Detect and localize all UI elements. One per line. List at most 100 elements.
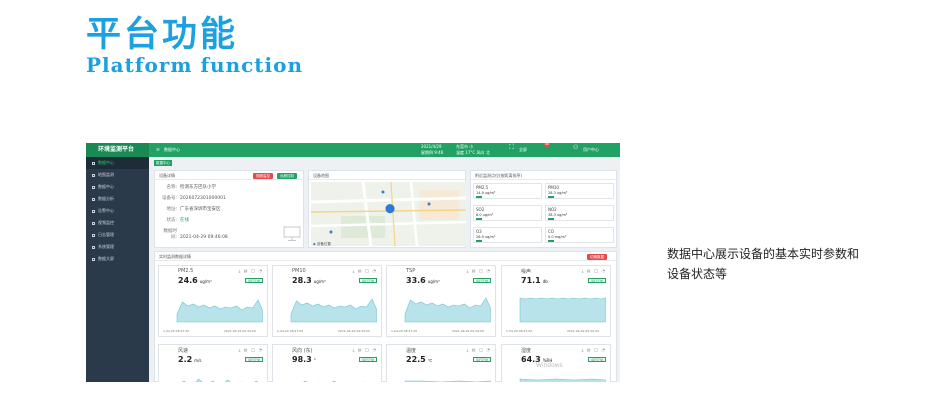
sidebar-item-map[interactable]: 地图监测 <box>86 169 149 181</box>
sidebar-item-analysis[interactable]: 数据分析 <box>86 193 149 205</box>
metric-unit: ° <box>313 358 316 363</box>
pin-legend-icon: ◆ <box>313 242 316 246</box>
fullscreen-label[interactable]: 全屏 <box>519 147 527 152</box>
metric-name: PM2.5 <box>178 268 194 274</box>
metric-tools-icon[interactable]: ⤓ ▤ ◯ ◔ <box>582 347 606 352</box>
metric-unit: ℃ <box>427 358 433 363</box>
device-row-status: 状态: 在线 <box>166 218 189 223</box>
metric-tools-icon[interactable]: ⤓ ▤ ◯ ◔ <box>467 268 491 273</box>
time-text: 星期四 9:46 <box>421 150 444 155</box>
location-pin-icon[interactable]: ⬤ <box>385 204 395 214</box>
heading-cn: 平台功能 <box>86 15 239 55</box>
sidebar-item-alarm[interactable]: 告警中心 <box>86 205 149 217</box>
metric-card[interactable]: TSP 33.6 ug/m³ ⤓ ▤ ◯ ◔ 运行正常 1-04-29 08:47:00 2… <box>386 265 496 337</box>
device-row-address: 地址: 广东省深圳市宝安区 <box>166 207 221 212</box>
top-bar: 环境监测平台 ☰ 数据中心 2021/4/29 星期四 9:46 东莞市 小 温… <box>86 143 620 157</box>
point-no2: NO2 38.3 ug/m³ <box>545 205 614 221</box>
device-row-time: 数据时间: 2021-04-29 09:46:08 <box>163 229 228 240</box>
metric-card[interactable]: PM10 28.3 ug/m³ ⤓ ▤ ◯ ◔ 运行正常 1-04-29 08:47:00… <box>272 265 382 337</box>
device-row-name: 名称: 检测东方巴队小学 <box>166 185 216 190</box>
video-monitor-button[interactable]: 视频监控 <box>253 173 273 179</box>
metric-value: 2.2 m/s <box>178 355 202 364</box>
point-o3: O3 26.9 ug/m³ <box>473 227 542 243</box>
app-screenshot: 环境监测平台 ☰ 数据中心 2021/4/29 星期四 9:46 东莞市 小 温… <box>86 143 620 382</box>
metric-tools-icon[interactable]: ⤓ ▤ ◯ ◔ <box>239 347 263 352</box>
top-crumb: 数据中心 <box>164 147 180 152</box>
device-card: 设备详情 视频监控 远程控制 名称: 检测东方巴队小学 设备号: 202607230… <box>154 170 304 248</box>
metric-trend-chart <box>519 297 606 323</box>
screen-icon <box>92 257 95 261</box>
metric-trend-chart <box>181 378 259 382</box>
switch-data-button[interactable]: 切换数据 <box>587 254 607 260</box>
metric-trend-chart <box>404 297 491 323</box>
point-so2: SO2 6.0 ug/m³ <box>473 205 542 221</box>
metric-trend-chart <box>302 380 364 382</box>
dashboard-icon <box>92 161 95 165</box>
date-text: 2021/4/29 <box>421 144 442 149</box>
metric-tools-icon[interactable]: ⤓ ▤ ◯ ◔ <box>353 268 377 273</box>
metric-area <box>181 378 259 382</box>
bell-icon <box>92 209 95 213</box>
device-map[interactable]: ⬤ <box>310 181 467 247</box>
metric-area <box>519 378 606 382</box>
metric-unit: ug/m³ <box>427 279 440 284</box>
metric-area <box>290 298 377 323</box>
axis-start-time: 1-04-29 08:47:00 <box>163 329 190 333</box>
user-center[interactable]: 用户中心 <box>583 147 599 152</box>
breadcrumb[interactable]: 数据中心 <box>154 160 172 166</box>
sidebar-item-data[interactable]: 数据中心 <box>86 181 149 193</box>
sidebar-item-screen[interactable]: 数据大屏 <box>86 253 149 265</box>
status-badge: 运行正常 <box>244 357 263 362</box>
metric-value: 33.6 ug/m³ <box>406 276 440 285</box>
metric-trend-chart <box>176 299 263 323</box>
user-icon[interactable]: ⚇ <box>573 145 578 151</box>
axis-start-time: 1-04-29 08:47:00 <box>391 329 418 333</box>
axis-end-time: 2021-04-29 09:29:00 <box>567 329 599 333</box>
sidebar-item-data-center[interactable]: 数据中心 <box>86 157 149 169</box>
metric-unit: m/s <box>194 358 202 363</box>
status-badge: 运行正常 <box>587 278 606 283</box>
map-card-title: 设备地图 <box>309 171 465 180</box>
points-card-title: 附近监测点位(按距离排序) <box>471 171 616 180</box>
notify-badge[interactable]: 99 <box>544 143 550 147</box>
metric-value: 24.6 ug/m³ <box>178 276 212 285</box>
status-badge: 运行正常 <box>472 357 491 362</box>
metric-tools-icon[interactable]: ⤓ ▤ ◯ ◔ <box>467 347 491 352</box>
device-row-id: 设备号: 2026072301000001 <box>161 196 226 201</box>
point-co: CO 0.0 mg/m³ <box>545 227 614 243</box>
metric-name: 噪声 <box>521 269 532 275</box>
sidebar-item-video[interactable]: 视频监控 <box>86 217 149 229</box>
metric-trend-chart <box>290 298 377 323</box>
axis-end-time: 2021-04-29 09:29:00 <box>452 329 484 333</box>
menu-icon[interactable]: ☰ <box>156 147 160 152</box>
metric-name: 湿度 <box>521 348 532 354</box>
app-brand: 环境监测平台 <box>86 143 149 157</box>
metric-card[interactable]: PM2.5 24.6 ug/m³ ⤓ ▤ ◯ ◔ 运行正常 1-04-29 08:47:0… <box>158 265 268 337</box>
metric-tools-icon[interactable]: ⤓ ▤ ◯ ◔ <box>353 347 377 352</box>
metric-tools-icon[interactable]: ⤓ ▤ ◯ ◔ <box>239 268 263 273</box>
metric-card[interactable]: 风向 (东) 98.3 ° ⤓ ▤ ◯ ◔ 运行正常 <box>272 344 382 382</box>
remote-control-button[interactable]: 远程控制 <box>277 173 297 179</box>
axis-end-time: 2021-04-29 09:29:00 <box>224 329 256 333</box>
map-roads <box>310 181 467 247</box>
fullscreen-icon[interactable]: ⛶ <box>509 144 514 151</box>
status-badge: 运行正常 <box>358 357 377 362</box>
chart-icon <box>92 197 95 201</box>
metric-card[interactable]: 温度 22.5 ℃ ⤓ ▤ ◯ ◔ 运行正常 <box>386 344 496 382</box>
metric-card[interactable]: 风速 2.2 m/s ⤓ ▤ ◯ ◔ 运行正常 <box>158 344 268 382</box>
metric-unit: ug/m³ <box>313 279 326 284</box>
metric-name: 温度 <box>406 348 417 354</box>
sidebar-item-system[interactable]: 系统管理 <box>86 241 149 253</box>
windows-watermark: Windows <box>536 362 563 369</box>
sidebar: 数据中心 地图监测 数据中心 数据分析 告警中心 视频监控 日志管理 系统管理 … <box>86 157 149 382</box>
metric-area <box>404 380 491 382</box>
metric-trend-chart <box>404 380 491 382</box>
point-pm10: PM10 28.3 ug/m³ <box>545 183 614 199</box>
sidebar-item-log[interactable]: 日志管理 <box>86 229 149 241</box>
metric-tools-icon[interactable]: ⤓ ▤ ◯ ◔ <box>582 268 606 273</box>
metric-name: PM10 <box>292 268 306 274</box>
metric-card[interactable]: 噪声 71.1 db ⤓ ▤ ◯ ◔ 运行正常 1-04-29 08:47:00 2021-… <box>501 265 611 337</box>
weather-top: 东莞市 小 <box>456 144 474 149</box>
metric-unit: ug/m³ <box>199 279 212 284</box>
metric-area <box>302 380 364 382</box>
